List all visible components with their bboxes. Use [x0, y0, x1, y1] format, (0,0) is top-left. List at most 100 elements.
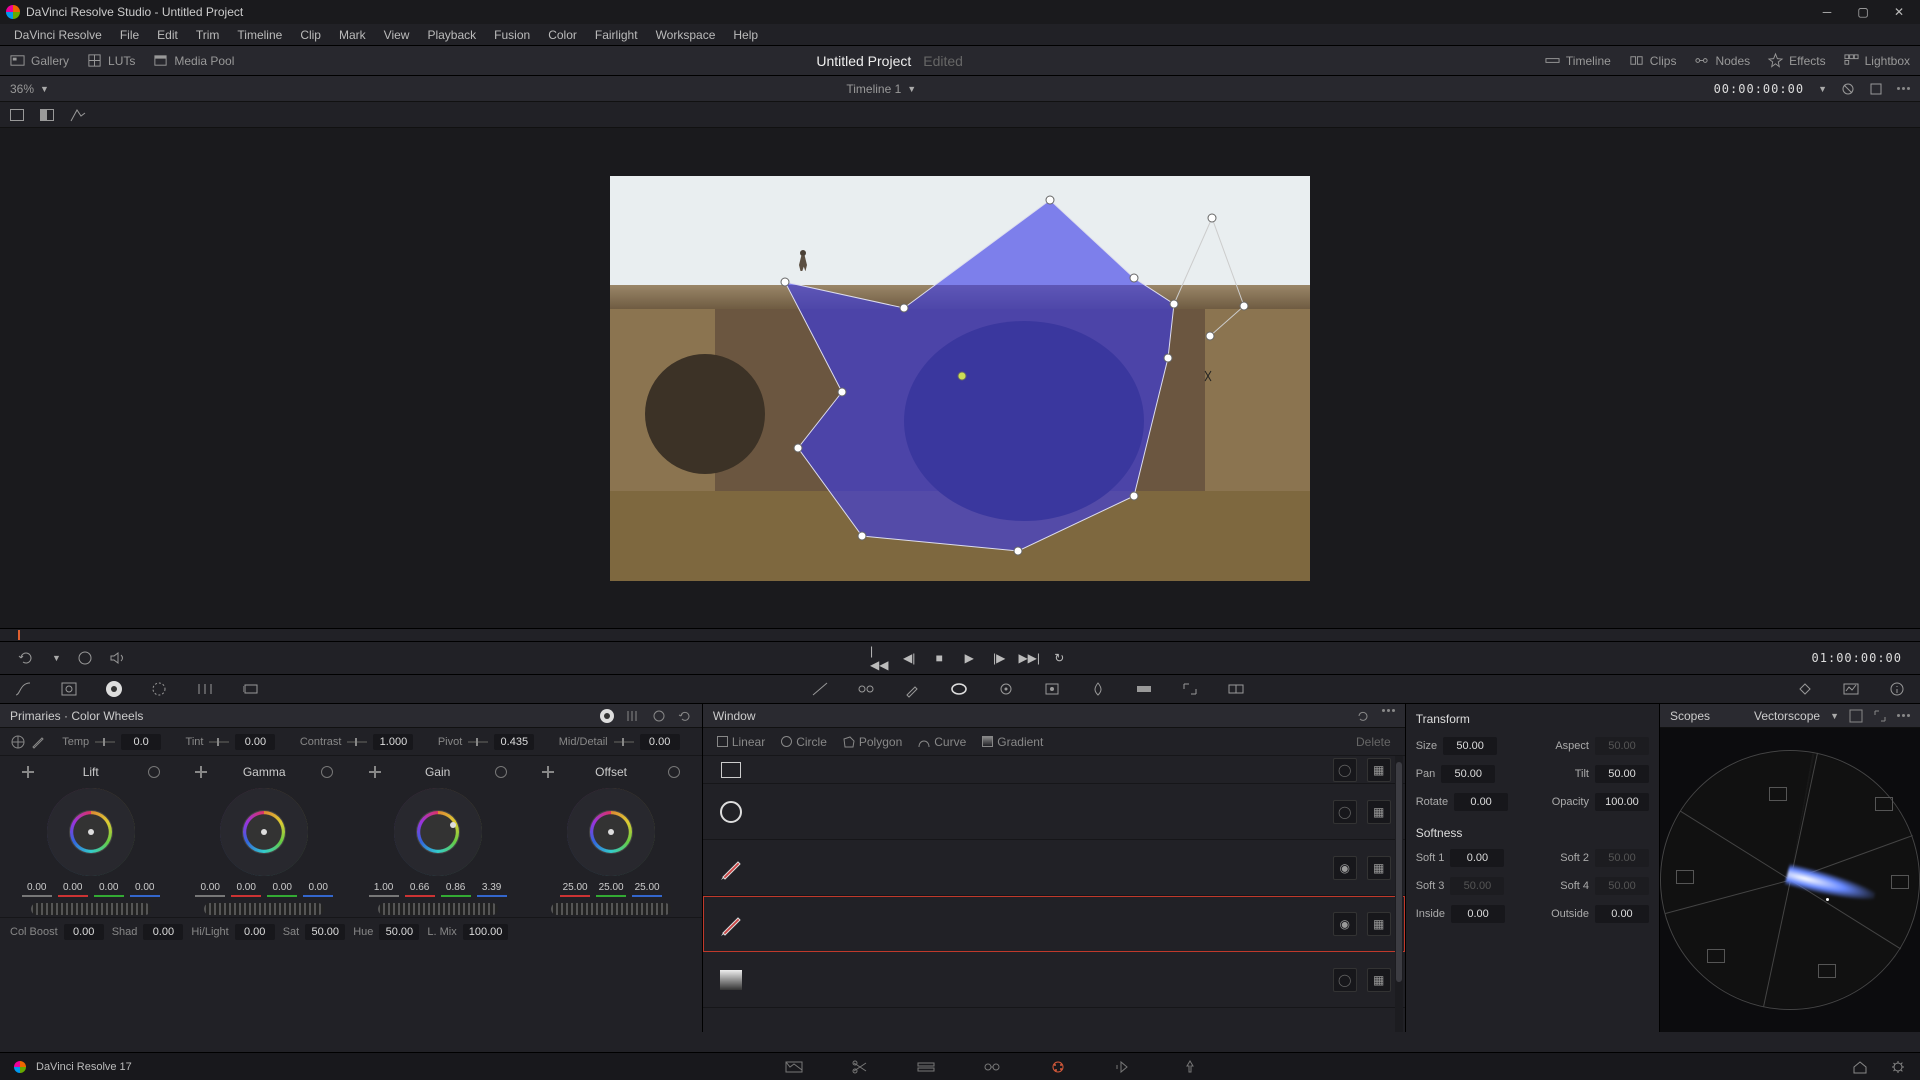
first-frame-button[interactable]: |◀◀	[871, 650, 887, 666]
tracker-icon[interactable]	[997, 681, 1015, 697]
mask-toggle[interactable]: ▦	[1367, 856, 1391, 880]
image-wipe-icon[interactable]	[10, 109, 24, 121]
shad-value[interactable]: 0.00	[143, 924, 183, 940]
reset-icon[interactable]	[321, 766, 333, 778]
prev-frame-button[interactable]: ◀|	[901, 650, 917, 666]
stereo-3d-icon[interactable]	[1227, 681, 1245, 697]
highlight-icon[interactable]	[70, 108, 86, 122]
menu-item[interactable]: Fusion	[486, 26, 538, 44]
window-row-curve-active[interactable]: ◉▦	[703, 896, 1405, 952]
hdr-wheels-icon[interactable]	[150, 681, 168, 697]
window-row-gradient[interactable]: ◯▦	[703, 952, 1405, 1008]
inside-value[interactable]: 0.00	[1451, 905, 1505, 923]
pivot-slider[interactable]	[468, 741, 488, 743]
close-button[interactable]: ✕	[1882, 1, 1916, 23]
blur-icon[interactable]	[1089, 681, 1107, 697]
lift-color-wheel[interactable]	[47, 788, 135, 876]
lift-r[interactable]: 0.00	[58, 882, 88, 897]
gain-r[interactable]: 0.66	[405, 882, 435, 897]
tint-slider[interactable]	[209, 741, 229, 743]
hilight-value[interactable]: 0.00	[235, 924, 275, 940]
gallery-toggle[interactable]: Gallery	[10, 53, 69, 68]
mask-toggle[interactable]: ▦	[1367, 968, 1391, 992]
home-icon[interactable]	[1852, 1060, 1868, 1074]
menu-item[interactable]: Help	[725, 26, 766, 44]
contrast-value[interactable]: 1.000	[373, 734, 413, 750]
gamma-g[interactable]: 0.00	[267, 882, 297, 897]
add-circle-button[interactable]: Circle	[775, 733, 833, 751]
scrollbar[interactable]	[1395, 756, 1403, 1032]
split-screen-icon[interactable]	[40, 109, 54, 121]
effects-toggle[interactable]: Effects	[1768, 53, 1825, 68]
last-frame-button[interactable]: ▶▶|	[1021, 650, 1037, 666]
middetail-slider[interactable]	[614, 741, 634, 743]
key-icon[interactable]	[1135, 681, 1153, 697]
project-settings-icon[interactable]	[1890, 1060, 1906, 1074]
options-icon[interactable]	[1382, 709, 1395, 723]
offset-color-wheel[interactable]	[567, 788, 655, 876]
tilt-value[interactable]: 50.00	[1595, 765, 1649, 783]
stop-button[interactable]: ■	[931, 650, 947, 666]
reset-icon[interactable]	[668, 766, 680, 778]
gain-jog[interactable]	[378, 903, 498, 915]
scope-layout-icon[interactable]	[1849, 709, 1863, 723]
window-row-circle[interactable]: ◯▦	[703, 784, 1405, 840]
media-page-icon[interactable]	[785, 1060, 803, 1074]
reset-icon[interactable]	[1356, 709, 1370, 723]
wheels-mode-icon[interactable]	[600, 709, 614, 723]
mask-toggle[interactable]: ▦	[1367, 758, 1391, 782]
power-window-icon[interactable]	[949, 681, 969, 697]
delete-window-button[interactable]: Delete	[1350, 733, 1397, 751]
menu-item[interactable]: Trim	[188, 26, 228, 44]
timeline-name[interactable]: Timeline 1	[846, 82, 901, 96]
reset-icon[interactable]	[495, 766, 507, 778]
log-mode-icon[interactable]	[652, 709, 666, 723]
offset-g[interactable]: 25.00	[596, 882, 626, 897]
zoom-level[interactable]: 36%	[10, 82, 34, 96]
window-row-polygon[interactable]: ◉▦	[703, 840, 1405, 896]
menu-item[interactable]: Fairlight	[587, 26, 646, 44]
rgb-mixer-icon[interactable]	[196, 681, 214, 697]
invert-toggle[interactable]: ◯	[1333, 758, 1357, 782]
offset-b[interactable]: 25.00	[632, 882, 662, 897]
chevron-down-icon[interactable]: ▼	[40, 84, 49, 94]
size-value[interactable]: 50.00	[1443, 737, 1497, 755]
menu-item[interactable]: Clip	[292, 26, 329, 44]
fusion-page-icon[interactable]	[983, 1060, 1001, 1074]
edit-page-icon[interactable]	[917, 1060, 935, 1074]
offset-r[interactable]: 25.00	[560, 882, 590, 897]
invert-toggle[interactable]: ◉	[1333, 856, 1357, 880]
gamma-b[interactable]: 0.00	[303, 882, 333, 897]
curves-icon[interactable]	[14, 681, 32, 697]
maximize-button[interactable]: ▢	[1846, 1, 1880, 23]
bars-mode-icon[interactable]	[626, 709, 640, 723]
loop-icon[interactable]	[18, 650, 36, 666]
gamma-color-wheel[interactable]	[220, 788, 308, 876]
contrast-slider[interactable]	[347, 741, 367, 743]
window-row-linear[interactable]: ◯▦	[703, 756, 1405, 784]
gain-color-wheel[interactable]	[394, 788, 482, 876]
gamma-jog[interactable]	[204, 903, 324, 915]
lift-jog[interactable]	[31, 903, 151, 915]
reset-icon[interactable]	[148, 766, 160, 778]
menu-item[interactable]: DaVinci Resolve	[6, 26, 110, 44]
media-pool-toggle[interactable]: Media Pool	[153, 53, 234, 68]
render-cache-icon[interactable]	[77, 650, 93, 666]
viewer[interactable]	[0, 128, 1920, 628]
crosshair-icon[interactable]	[195, 766, 207, 778]
play-button[interactable]: ▶	[961, 650, 977, 666]
lightbox-toggle[interactable]: Lightbox	[1844, 53, 1910, 68]
temp-slider[interactable]	[95, 741, 115, 743]
motion-effects-icon[interactable]	[242, 681, 260, 697]
mask-toggle[interactable]: ▦	[1367, 800, 1391, 824]
invert-toggle[interactable]: ◉	[1333, 912, 1357, 936]
sat-value[interactable]: 50.00	[305, 924, 345, 940]
expand-icon[interactable]	[1869, 82, 1883, 96]
offset-jog[interactable]	[551, 903, 671, 915]
color-wheels-icon[interactable]	[106, 681, 122, 697]
color-warper-icon[interactable]	[857, 681, 875, 697]
color-page-icon[interactable]	[1049, 1060, 1067, 1074]
magic-mask-icon[interactable]	[1043, 681, 1061, 697]
chevron-down-icon[interactable]: ▼	[907, 84, 916, 94]
colboost-value[interactable]: 0.00	[64, 924, 104, 940]
